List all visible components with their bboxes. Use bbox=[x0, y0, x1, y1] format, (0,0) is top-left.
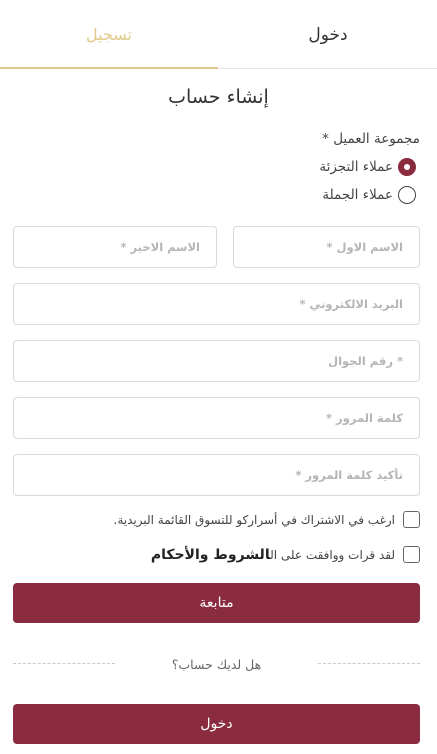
terms-text: لقد قرات ووافقت على الالشروط والأحكام bbox=[151, 547, 395, 563]
tab-register[interactable]: تسجيل bbox=[0, 0, 218, 69]
mobile-field[interactable] bbox=[13, 340, 420, 382]
first-name-input[interactable] bbox=[234, 227, 403, 267]
confirm-password-field[interactable] bbox=[13, 454, 420, 496]
password-field[interactable] bbox=[13, 397, 420, 439]
radio-unchecked-icon[interactable] bbox=[398, 186, 416, 204]
radio-retail-customers[interactable]: عملاء التجزئة bbox=[319, 158, 416, 176]
email-input[interactable] bbox=[14, 284, 403, 324]
login-button[interactable]: دخول bbox=[13, 704, 420, 744]
have-account-divider: هل لديك حساب؟ bbox=[13, 655, 420, 673]
divider-line-left bbox=[13, 663, 115, 664]
terms-link[interactable]: الشروط والأحكام bbox=[151, 547, 270, 563]
last-name-input[interactable] bbox=[14, 227, 200, 267]
confirm-password-input[interactable] bbox=[14, 455, 403, 495]
mobile-input[interactable] bbox=[14, 341, 403, 381]
first-name-field[interactable] bbox=[233, 226, 420, 268]
newsletter-label: ارغب في الاشتراك في أسراركو للتسوق القائ… bbox=[113, 512, 395, 527]
tab-register-label: تسجيل bbox=[86, 25, 132, 44]
newsletter-checkbox-row[interactable]: ارغب في الاشتراك في أسراركو للتسوق القائ… bbox=[114, 511, 420, 528]
terms-prefix: لقد قرات ووافقت على ال bbox=[270, 547, 395, 562]
tab-login-label: دخول bbox=[308, 24, 348, 45]
register-page: دخول تسجيل إنشاء حساب مجموعة العميل * عم… bbox=[0, 0, 437, 754]
form-title: إنشاء حساب bbox=[168, 86, 269, 108]
radio-wholesale-label: عملاء الجملة bbox=[322, 187, 393, 203]
continue-button[interactable]: متابعة bbox=[13, 583, 420, 623]
radio-retail-label: عملاء التجزئة bbox=[319, 159, 393, 175]
radio-wholesale-customers[interactable]: عملاء الجملة bbox=[322, 186, 416, 204]
password-input[interactable] bbox=[14, 398, 403, 438]
active-tab-indicator bbox=[0, 67, 218, 69]
newsletter-checkbox[interactable] bbox=[403, 511, 420, 528]
auth-tabs: دخول تسجيل bbox=[0, 0, 437, 69]
radio-checked-icon[interactable] bbox=[398, 158, 416, 176]
terms-checkbox[interactable] bbox=[403, 546, 420, 563]
tab-login[interactable]: دخول bbox=[219, 0, 437, 69]
email-field[interactable] bbox=[13, 283, 420, 325]
last-name-field[interactable] bbox=[13, 226, 217, 268]
have-account-text: هل لديك حساب؟ bbox=[171, 656, 262, 672]
terms-checkbox-row[interactable]: لقد قرات ووافقت على الالشروط والأحكام bbox=[151, 546, 420, 563]
divider-line-right bbox=[318, 663, 420, 664]
customer-group-label: مجموعة العميل * bbox=[322, 131, 420, 147]
